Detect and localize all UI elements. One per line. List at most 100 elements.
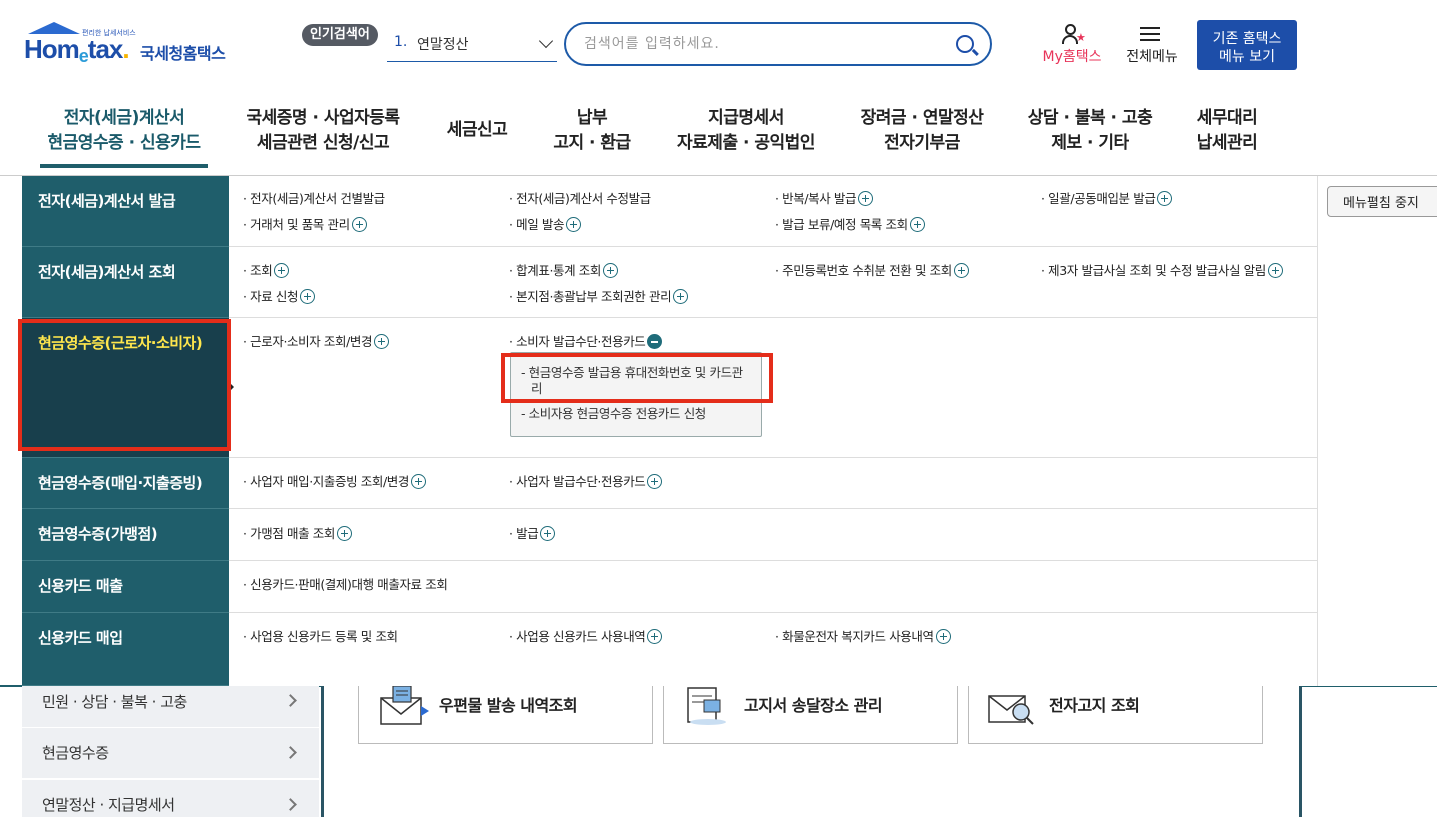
menu-row-einvoice-inquiry: · 조회 · 합계표·통계 조회 · 주민등록번호 수취분 전환 및 조회 · … — [229, 247, 1318, 318]
chevron-right-icon — [284, 694, 297, 707]
chevron-down-icon — [538, 33, 554, 49]
expand-plus-icon[interactable] — [647, 629, 663, 644]
gnb-tab-statements[interactable]: 지급명세서 자료제출 · 공익법인 — [668, 106, 824, 156]
notice-document-icon — [687, 687, 726, 725]
right-panel — [1317, 176, 1437, 686]
category-einvoice-issue[interactable]: 전자(세금)계산서 발급 — [22, 176, 229, 247]
expand-plus-icon[interactable] — [374, 334, 390, 349]
expand-plus-icon[interactable] — [647, 474, 663, 489]
link-card-sales-data[interactable]: · 신용카드·판매(결제)대행 매출자료 조회 — [243, 574, 448, 593]
link-resident-number-convert[interactable]: · 주민등록번호 수취분 전환 및 조회 — [775, 260, 969, 279]
link-business-purchase-inquiry[interactable]: · 사업자 매입·지출증빙 조회/변경 — [243, 471, 426, 490]
expand-plus-icon[interactable] — [1267, 263, 1283, 278]
expand-plus-icon[interactable] — [300, 289, 316, 304]
gnb-tab-tax-return[interactable]: 세금신고 — [434, 118, 520, 143]
popular-search-badge: 인기검색어 — [302, 24, 378, 46]
link-data-request[interactable]: · 자료 신청 — [243, 286, 316, 305]
gnb-tab-certificates[interactable]: 국세증명 · 사업자등록 세금관련 신청/신고 — [238, 106, 408, 156]
logo-roof-icon — [28, 22, 80, 34]
expand-plus-icon[interactable] — [858, 191, 874, 206]
header: 편리한 납세서비스 Hometax. 국세청홈택스 인기검색어 1. 연말정산 … — [0, 0, 1437, 88]
card-mail-history[interactable]: 우편물 발송 내역조회 — [358, 686, 653, 744]
expand-plus-icon[interactable] — [673, 289, 689, 304]
popular-rank: 1. — [394, 34, 408, 50]
collapse-minus-icon[interactable] — [647, 334, 663, 349]
chevron-right-icon — [284, 798, 297, 811]
popular-keyword: 연말정산 — [417, 37, 469, 53]
link-einvoice-single-issue[interactable]: · 전자(세금)계산서 건별발급 — [243, 188, 385, 207]
category-cash-receipt-merchant[interactable]: 현금영수증(가맹점) — [22, 509, 229, 561]
link-inquiry[interactable]: · 조회 — [243, 260, 290, 279]
search-box — [564, 22, 992, 66]
expand-plus-icon[interactable] — [566, 217, 582, 232]
link-consumer-issue-method[interactable]: · 소비자 발급수단·전용카드 — [509, 331, 663, 350]
category-cash-receipt-business[interactable]: 현금영수증(매입·지출증빙) — [22, 458, 229, 509]
hometax-logo[interactable]: 편리한 납세서비스 Hometax. 국세청홈택스 — [24, 22, 239, 72]
link-business-issue-method[interactable]: · 사업자 발급수단·전용카드 — [509, 471, 663, 490]
active-category-arrow-icon — [228, 381, 234, 393]
gnb-tab-tax-agent[interactable]: 세무대리 납세관리 — [1186, 106, 1268, 156]
gnb-tab-payment[interactable]: 납부 고지 · 환급 — [545, 106, 639, 156]
expand-plus-icon[interactable] — [935, 629, 951, 644]
search-icon[interactable] — [956, 35, 974, 53]
link-third-party-issue[interactable]: · 제3자 발급사실 조회 및 수정 발급사실 알림 — [1041, 260, 1283, 279]
side-item-cash-receipt[interactable]: 현금영수증 — [22, 728, 319, 779]
link-branch-permission[interactable]: · 본지점·총괄납부 조회권한 관리 — [509, 286, 689, 305]
link-truck-driver-card[interactable]: · 화물운전자 복지카드 사용내역 — [775, 626, 951, 645]
link-pending-list[interactable]: · 발급 보류/예정 목록 조회 — [775, 214, 925, 233]
stop-menu-expand-button[interactable]: 메뉴펼침 중지 — [1327, 186, 1437, 217]
category-einvoice-inquiry[interactable]: 전자(세금)계산서 조회 — [22, 247, 229, 318]
expand-plus-icon[interactable] — [603, 263, 618, 278]
gnb-tab-einvoice[interactable]: 전자(세금)계산서 현금영수증 · 신용카드 — [40, 106, 208, 168]
link-mail-send[interactable]: · 메일 발송 — [509, 214, 582, 233]
submenu-consumer-card-apply[interactable]: - 소비자용 현금영수증 전용카드 신청 — [521, 406, 706, 422]
popular-search-select[interactable]: 1. 연말정산 — [387, 28, 557, 62]
card-notice-address[interactable]: 고지서 송달장소 관리 — [663, 686, 958, 744]
expand-plus-icon[interactable] — [540, 526, 556, 541]
gnb-tab-consultation[interactable]: 상담 · 불복 · 고충 제보 · 기타 — [1022, 106, 1158, 156]
gnb-tab-incentives[interactable]: 장려금 · 연말정산 전자기부금 — [852, 106, 992, 156]
link-partner-item-manage[interactable]: · 거래처 및 품목 관리 — [243, 214, 367, 233]
expand-plus-icon[interactable] — [337, 526, 352, 541]
category-cash-receipt-consumer[interactable]: 현금영수증(근로자·소비자) — [22, 318, 229, 458]
all-menu-button[interactable]: 전체메뉴 — [1120, 24, 1184, 68]
mail-search-icon — [988, 695, 1034, 725]
menu-row-cash-receipt-merchant: · 가맹점 매출 조회 · 발급 — [229, 509, 1318, 561]
my-hometax-button[interactable]: ★ My홈택스 — [1036, 24, 1108, 68]
side-item-year-end[interactable]: 연말정산 · 지급명세서 — [22, 780, 319, 817]
link-business-card-usage[interactable]: · 사업용 신용카드 사용내역 — [509, 626, 663, 645]
main-nav: 전자(세금)계산서 현금영수증 · 신용카드 국세증명 · 사업자등록 세금관련 신… — [0, 88, 1437, 176]
menu-row-cash-receipt-consumer: · 근로자·소비자 조회/변경 · 소비자 발급수단·전용카드 — [229, 318, 1318, 458]
consumer-issue-submenu: - 현금영수증 발급용 휴대전화번호 및 카드관 리 - 소비자용 현금영수증 전… — [510, 352, 762, 437]
expand-plus-icon[interactable] — [274, 263, 290, 278]
chevron-right-icon — [284, 746, 297, 759]
link-einvoice-modify-issue[interactable]: · 전자(세금)계산서 수정발급 — [509, 188, 651, 207]
expand-plus-icon[interactable] — [909, 217, 925, 232]
menu-row-einvoice-issue: · 전자(세금)계산서 건별발급 · 전자(세금)계산서 수정발급 · 반복/복… — [229, 176, 1318, 247]
old-menu-button[interactable]: 기존 홈택스 메뉴 보기 — [1197, 20, 1297, 70]
user-icon: ★ — [1062, 24, 1086, 44]
mail-envelope-icon — [380, 686, 429, 725]
category-credit-card-purchase[interactable]: 신용카드 매입 — [22, 613, 229, 686]
category-credit-card-sales[interactable]: 신용카드 매출 — [22, 561, 229, 613]
card-e-notice[interactable]: 전자고지 조회 — [968, 686, 1263, 744]
link-repeat-copy-issue[interactable]: · 반복/복사 발급 — [775, 188, 874, 207]
hamburger-icon — [1140, 27, 1160, 41]
menu-row-cash-receipt-business: · 사업자 매입·지출증빙 조회/변경 · 사업자 발급수단·전용카드 — [229, 458, 1318, 509]
expand-plus-icon[interactable] — [351, 217, 367, 232]
link-worker-consumer-inquiry[interactable]: · 근로자·소비자 조회/변경 — [243, 331, 390, 350]
logo-wordmark: Hometax. — [24, 34, 130, 66]
mega-menu: 전자(세금)계산서 발급 전자(세금)계산서 조회 현금영수증(근로자·소비자)… — [22, 176, 1318, 686]
expand-plus-icon[interactable] — [1157, 191, 1173, 206]
search-input[interactable] — [584, 33, 944, 55]
link-business-card-register[interactable]: · 사업용 신용카드 등록 및 조회 — [243, 626, 398, 645]
link-bulk-joint-issue[interactable]: · 일괄/공동매입분 발급 — [1041, 188, 1173, 207]
active-tab-underline — [40, 164, 208, 168]
link-merchant-issue[interactable]: · 발급 — [509, 523, 556, 542]
submenu-phone-card-manage[interactable]: - 현금영수증 발급용 휴대전화번호 및 카드관 리 — [521, 365, 743, 397]
link-summary-stats[interactable]: · 합계표·통계 조회 — [509, 260, 618, 279]
menu-row-credit-card-sales: · 신용카드·판매(결제)대행 매출자료 조회 — [229, 561, 1318, 613]
expand-plus-icon[interactable] — [410, 474, 426, 489]
link-merchant-sales-inquiry[interactable]: · 가맹점 매출 조회 — [243, 523, 352, 542]
expand-plus-icon[interactable] — [953, 263, 969, 278]
